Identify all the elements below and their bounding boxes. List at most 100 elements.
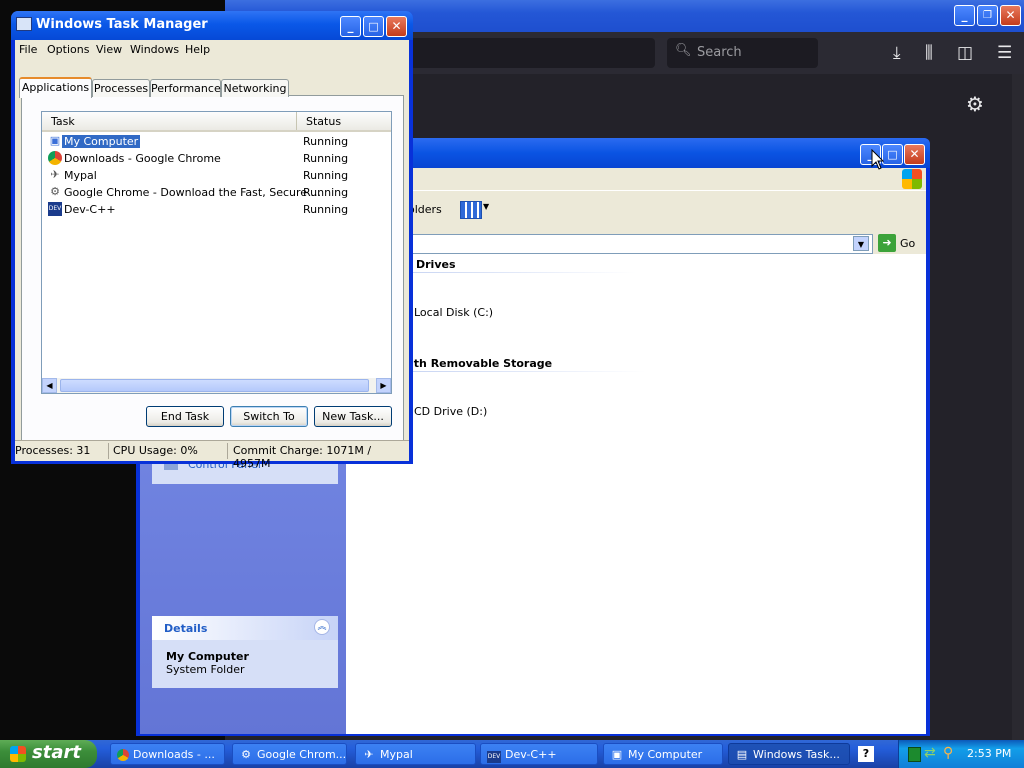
taskbar-item-devcpp[interactable]: DEV Dev-C++ <box>480 743 598 765</box>
tab-networking[interactable]: Networking <box>221 79 289 97</box>
column-divider[interactable] <box>296 112 297 130</box>
clock[interactable]: 2:53 PM <box>967 747 1011 760</box>
table-row[interactable]: ▣ My Computer Running <box>42 133 391 150</box>
end-task-button[interactable]: End Task <box>146 406 224 427</box>
magnifier-icon[interactable]: ⚲ <box>943 745 953 761</box>
details-header[interactable]: Details ︽ <box>152 616 338 640</box>
status-divider <box>227 443 228 459</box>
horizontal-scrollbar[interactable]: ◀ ▶ <box>42 378 391 393</box>
taskbar-item-task-manager[interactable]: ▤ Windows Task... <box>728 743 850 765</box>
mc-maximize-button[interactable]: □ <box>882 144 903 165</box>
status-bar: Processes: 31 CPU Usage: 0% Commit Charg… <box>15 440 409 470</box>
taskbar-item-label: Dev-C++ <box>505 748 557 761</box>
windows-logo-icon <box>902 169 922 189</box>
tray-app-icon[interactable] <box>908 747 921 762</box>
menu-windows[interactable]: Windows <box>130 43 179 56</box>
status-cpu: CPU Usage: 0% <box>113 444 198 457</box>
task-name: Dev-C++ <box>64 203 116 216</box>
taskbar-item-my-computer[interactable]: ▣ My Computer <box>603 743 723 765</box>
table-row[interactable]: ⚙ Google Chrome - Download the Fast, Sec… <box>42 184 391 201</box>
firefox-scrollbar[interactable] <box>1012 74 1024 740</box>
switch-to-button[interactable]: Switch To <box>230 406 308 427</box>
task-manager-icon <box>16 17 32 31</box>
task-name: Google Chrome - Download the Fast, Secur… <box>64 186 322 199</box>
mypal-icon: ✈ <box>364 748 374 761</box>
drive-c-item[interactable]: Local Disk (C:) <box>414 306 493 319</box>
drive-d-item[interactable]: CD Drive (D:) <box>414 405 487 418</box>
taskbar-item-downloads[interactable]: Downloads - ... <box>110 743 225 765</box>
mc-file-view: Drives Local Disk (C:) ith Removable Sto… <box>346 254 926 734</box>
go-button[interactable]: ➜ Go <box>878 234 918 252</box>
search-icon: 🔍︎ <box>675 43 692 58</box>
taskbar-item-label: Google Chrom... <box>257 748 347 761</box>
firefox-minimize-button[interactable]: _ <box>954 5 975 26</box>
my-computer-icon: ▣ <box>611 748 623 761</box>
folders-button[interactable]: olders <box>408 203 442 216</box>
table-row[interactable]: DEV Dev-C++ Running <box>42 201 391 218</box>
taskbar-item-label: Mypal <box>380 748 413 761</box>
chrome-icon <box>117 749 129 761</box>
firefox-url-bar[interactable] <box>410 38 655 68</box>
menu-view[interactable]: View <box>96 43 122 56</box>
task-list-header: Task Status <box>42 112 391 132</box>
system-tray: ⇄ ⚲ 2:53 PM <box>898 740 1024 768</box>
tm-close-button[interactable]: ✕ <box>386 16 407 37</box>
menu-file[interactable]: File <box>19 43 37 56</box>
chrome-icon <box>48 151 62 165</box>
gear-icon[interactable]: ⚙ <box>966 92 984 116</box>
tm-minimize-button[interactable]: _ <box>340 16 361 37</box>
help-icon[interactable]: ? <box>858 746 874 762</box>
library-icon[interactable]: ⫼ <box>925 43 933 63</box>
tab-processes[interactable]: Processes <box>92 79 150 97</box>
mypal-icon: ✈ <box>50 168 60 181</box>
table-row[interactable]: ✈ Mypal Running <box>42 167 391 184</box>
menu-help[interactable]: Help <box>185 43 210 56</box>
network-icon[interactable]: ⇄ <box>924 745 936 761</box>
download-icon[interactable]: ⤓ <box>893 43 901 63</box>
taskbar-item-label: My Computer <box>628 748 703 761</box>
scroll-thumb[interactable] <box>60 379 369 392</box>
window-title: Windows Task Manager <box>36 17 208 32</box>
tm-maximize-button[interactable]: □ <box>363 16 384 37</box>
details-title: Details <box>164 622 208 635</box>
my-computer-icon: ▣ <box>49 134 61 147</box>
sidebar-icon[interactable]: ◫ <box>957 43 973 63</box>
status-divider <box>108 443 109 459</box>
menu-options[interactable]: Options <box>47 43 89 56</box>
task-manager-window: Windows Task Manager _ □ ✕ File Options … <box>11 11 413 470</box>
table-row[interactable]: Downloads - Google Chrome Running <box>42 150 391 167</box>
new-task-button[interactable]: New Task... <box>314 406 392 427</box>
devcpp-icon: DEV <box>487 751 501 763</box>
applications-panel: Task Status ▣ My Computer Running Downlo… <box>21 95 404 441</box>
start-button[interactable]: start <box>0 740 97 768</box>
taskbar-item-label: Windows Task... <box>753 748 840 761</box>
column-task[interactable]: Task <box>51 115 75 128</box>
collapse-icon[interactable]: ︽ <box>314 619 330 635</box>
address-dropdown-icon[interactable]: ▼ <box>853 236 869 251</box>
windows-flag-icon <box>10 746 26 762</box>
mouse-cursor-icon <box>871 149 885 170</box>
mc-close-button[interactable]: ✕ <box>904 144 925 165</box>
taskbar-item-mypal[interactable]: ✈ Mypal <box>355 743 476 765</box>
views-icon <box>460 201 482 219</box>
firefox-search-box[interactable]: 🔍︎ Search <box>667 38 818 68</box>
task-name: Downloads - Google Chrome <box>64 152 221 165</box>
tab-applications[interactable]: Applications <box>19 77 92 98</box>
views-button[interactable]: ▼ <box>458 199 489 221</box>
menu-icon[interactable]: ☰ <box>997 43 1012 63</box>
task-manager-icon: ▤ <box>736 748 748 761</box>
column-status[interactable]: Status <box>306 115 341 128</box>
status-processes: Processes: 31 <box>15 444 91 457</box>
go-label: Go <box>900 237 916 250</box>
firefox-close-button[interactable]: ✕ <box>1000 5 1021 26</box>
tab-performance[interactable]: Performance <box>150 79 221 97</box>
task-manager-titlebar[interactable]: Windows Task Manager _ □ ✕ <box>11 11 413 40</box>
firefox-restore-button[interactable]: ❐ <box>977 5 998 26</box>
go-arrow-icon: ➜ <box>878 234 896 252</box>
scroll-left-icon[interactable]: ◀ <box>42 378 57 393</box>
scroll-right-icon[interactable]: ▶ <box>376 378 391 393</box>
task-name: My Computer <box>62 135 141 148</box>
taskbar-item-google-chrome[interactable]: ⚙ Google Chrom... <box>232 743 347 765</box>
address-input[interactable]: ▼ <box>406 234 873 254</box>
search-placeholder: Search <box>697 45 742 60</box>
